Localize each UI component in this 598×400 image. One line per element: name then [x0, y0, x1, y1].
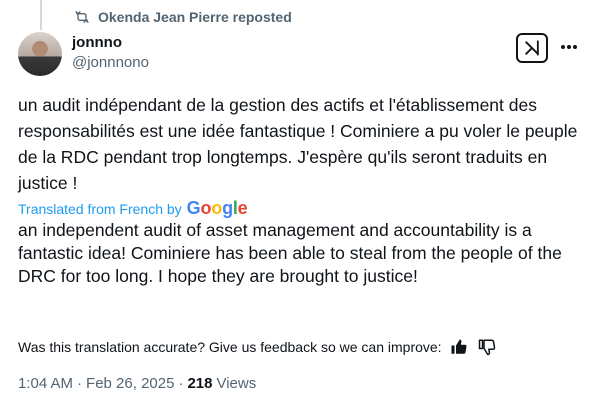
- grok-button[interactable]: [516, 33, 548, 63]
- author-name[interactable]: jonnno: [72, 34, 122, 51]
- translation-feedback: Was this translation accurate? Give us f…: [18, 336, 498, 358]
- google-logo: Google: [186, 198, 248, 218]
- repost-indicator: Okenda Jean Pierre reposted: [74, 9, 292, 25]
- translation-attribution: Translated from French by Google: [18, 198, 248, 219]
- views-count: 218: [187, 375, 213, 392]
- more-icon: [561, 45, 577, 49]
- repost-icon: [75, 11, 89, 23]
- meta-separator: ·: [178, 375, 184, 392]
- feedback-question: Was this translation accurate? Give us f…: [18, 339, 442, 355]
- repost-label[interactable]: Okenda Jean Pierre reposted: [98, 9, 292, 25]
- avatar[interactable]: [18, 32, 62, 76]
- meta-separator: ·: [77, 375, 83, 392]
- thumbs-up-button[interactable]: [448, 336, 470, 358]
- thread-connector-line: [40, 0, 42, 30]
- author-handle[interactable]: @jonnnono: [72, 54, 149, 71]
- translated-text: an independent audit of asset management…: [18, 220, 562, 286]
- thumbs-down-button[interactable]: [476, 336, 498, 358]
- tweet-date[interactable]: Feb 26, 2025: [86, 375, 174, 392]
- views-label: Views: [216, 375, 257, 392]
- tweet-meta: 1:04 AM · Feb 26, 2025 · 218 Views: [18, 375, 256, 392]
- thumbs-up-icon: [451, 339, 467, 354]
- translated-label[interactable]: Translated from French by: [18, 201, 182, 217]
- tweet-text: un audit indépendant de la gestion des a…: [18, 95, 578, 193]
- thumbs-down-icon: [478, 339, 495, 356]
- more-options-button[interactable]: [558, 36, 580, 58]
- tweet-time[interactable]: 1:04 AM: [18, 375, 73, 392]
- grok-icon: [525, 40, 539, 56]
